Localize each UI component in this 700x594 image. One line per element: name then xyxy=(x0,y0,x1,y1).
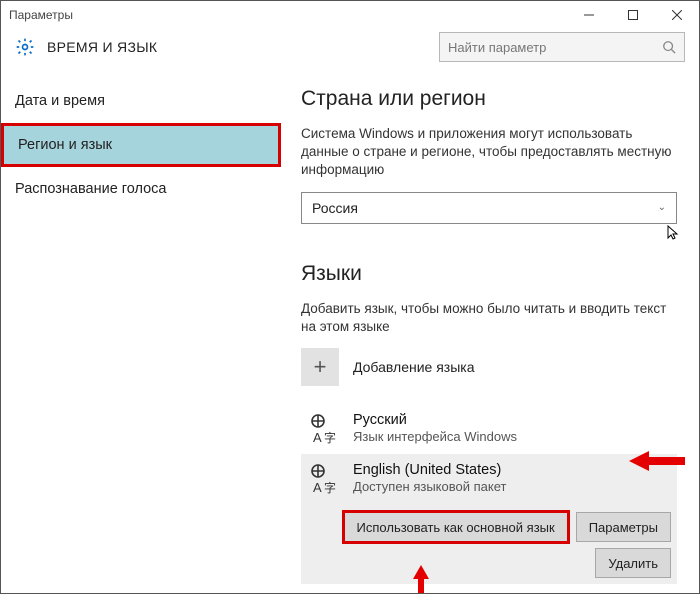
maximize-button[interactable] xyxy=(611,1,655,29)
language-actions-row2: Удалить xyxy=(301,548,677,584)
annotation-arrow-right xyxy=(629,449,685,473)
sidebar-item-region-language[interactable]: Регион и язык xyxy=(1,123,281,167)
region-selected-value: Россия xyxy=(312,200,358,216)
language-status: Доступен языковой пакет xyxy=(353,479,506,494)
plus-icon: + xyxy=(301,348,339,386)
region-dropdown[interactable]: Россия ⌄ xyxy=(301,192,677,224)
sidebar-item-speech[interactable]: Распознавание голоса xyxy=(1,167,281,211)
language-item-english[interactable]: A 字 English (United States) Доступен язы… xyxy=(301,454,677,504)
language-actions: Использовать как основной язык Параметры xyxy=(301,504,677,548)
button-label: Параметры xyxy=(589,520,658,535)
settings-window: Параметры ВРЕМЯ И ЯЗЫК Найти параметр xyxy=(0,0,700,594)
svg-text:A: A xyxy=(313,480,322,495)
minimize-button[interactable] xyxy=(567,1,611,29)
sidebar: Дата и время Регион и язык Распознавание… xyxy=(1,69,281,593)
search-icon xyxy=(662,40,676,54)
languages-description: Добавить язык, чтобы можно было читать и… xyxy=(301,300,677,336)
button-label: Использовать как основной язык xyxy=(357,520,555,535)
region-heading: Страна или регион xyxy=(301,87,677,111)
language-item-russian[interactable]: A 字 Русский Язык интерфейса Windows xyxy=(301,404,677,454)
languages-heading: Языки xyxy=(301,262,677,286)
window-title: Параметры xyxy=(9,8,73,22)
options-button[interactable]: Параметры xyxy=(576,512,671,542)
sidebar-item-label: Регион и язык xyxy=(18,137,112,153)
language-name: Русский xyxy=(353,412,517,428)
button-label: Удалить xyxy=(608,556,658,571)
search-placeholder: Найти параметр xyxy=(448,40,662,55)
chevron-down-icon: ⌄ xyxy=(658,202,666,213)
header: ВРЕМЯ И ЯЗЫК Найти параметр xyxy=(1,29,699,69)
sidebar-item-label: Дата и время xyxy=(15,93,105,109)
sidebar-item-date-time[interactable]: Дата и время xyxy=(1,79,281,123)
language-status: Язык интерфейса Windows xyxy=(353,429,517,444)
page-title: ВРЕМЯ И ЯЗЫК xyxy=(47,39,157,55)
search-input[interactable]: Найти параметр xyxy=(439,32,685,62)
remove-button[interactable]: Удалить xyxy=(595,548,671,578)
add-language-button[interactable]: + Добавление языка xyxy=(301,348,677,386)
close-button[interactable] xyxy=(655,1,699,29)
svg-text:A: A xyxy=(313,430,322,445)
language-icon: A 字 xyxy=(307,462,341,496)
titlebar: Параметры xyxy=(1,1,699,29)
content: Страна или регион Система Windows и прил… xyxy=(281,69,699,593)
body: Дата и время Регион и язык Распознавание… xyxy=(1,69,699,593)
annotation-arrow-up xyxy=(411,565,431,593)
language-name: English (United States) xyxy=(353,462,506,478)
region-description: Система Windows и приложения могут испол… xyxy=(301,125,677,180)
svg-text:字: 字 xyxy=(324,480,336,495)
gear-icon xyxy=(15,37,35,57)
add-language-label: Добавление языка xyxy=(353,359,475,375)
svg-text:字: 字 xyxy=(324,430,336,445)
sidebar-item-label: Распознавание голоса xyxy=(15,181,167,197)
set-default-button[interactable]: Использовать как основной язык xyxy=(344,512,568,542)
language-icon: A 字 xyxy=(307,412,341,446)
cursor-icon xyxy=(666,225,682,241)
